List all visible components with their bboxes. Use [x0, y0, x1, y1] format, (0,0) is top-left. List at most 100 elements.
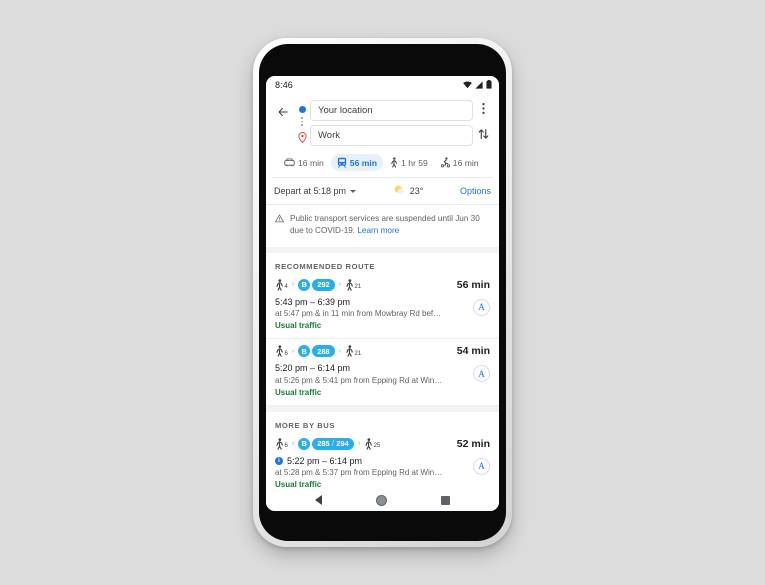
bus-line-pill: 285/294: [312, 437, 354, 450]
route-duration: 52 min: [456, 437, 490, 450]
back-arrow-icon[interactable]: [277, 105, 289, 123]
route-time-range: 5:43 pm – 6:39 pm: [275, 296, 351, 307]
walk-leg-icon: 6: [275, 437, 288, 450]
route-letter-badge[interactable]: A: [473, 298, 490, 316]
route-card[interactable]: 4 › B 292 › 21 56 min 5:43 pm – 6:39 pm …: [266, 272, 499, 340]
section-title-more-by-bus: MORE BY BUS: [266, 411, 499, 432]
car-icon: [284, 158, 295, 167]
leg-separator-icon: ›: [338, 347, 342, 355]
bus-line-divider: /: [331, 438, 335, 449]
routes-list[interactable]: RECOMMENDED ROUTE 4 › B 292 › 21 56 min …: [266, 252, 499, 489]
route-duration: 56 min: [456, 278, 490, 291]
origin-input-value: Your location: [318, 105, 373, 116]
battery-icon: [486, 80, 492, 89]
route-times: i 5:22 pm – 6:14 pm: [275, 456, 490, 466]
depart-time-label: Depart at 5:18 pm: [274, 186, 347, 196]
route-detail: at 5:26 pm & 5:41 pm from Epping Rd at W…: [275, 375, 443, 385]
walk-leg-icon: 4: [275, 278, 288, 291]
bus-line-number: 292: [317, 280, 330, 290]
route-legs: 6 › B 288 › 21: [275, 345, 451, 358]
route-dots-connector: [301, 117, 303, 126]
walk-leg-minutes: 4: [284, 284, 288, 291]
info-icon[interactable]: i: [275, 456, 283, 465]
destination-pin-icon: [297, 130, 307, 148]
depart-bar: Depart at 5:18 pm 23° Options: [266, 178, 499, 204]
covid-alert-text: Public transport services are suspended …: [290, 213, 490, 238]
walk-leg-minutes: 25: [373, 443, 381, 450]
depart-time-selector[interactable]: Depart at 5:18 pm: [274, 186, 357, 196]
swap-vertical-icon[interactable]: [473, 121, 493, 146]
bus-badge-icon: B: [298, 437, 311, 450]
status-icons: [463, 80, 492, 89]
signal-icon: [475, 81, 483, 89]
walk-leg-icon: 6: [275, 345, 288, 357]
route-detail: at 5:47 pm & in 11 min from Mowbray Rd b…: [275, 309, 442, 319]
tab-cycling[interactable]: 16 min: [435, 154, 485, 171]
warning-triangle-icon: [274, 213, 285, 238]
bus-line-number: 285: [317, 439, 330, 449]
section-title-recommended: RECOMMENDED ROUTE: [266, 252, 499, 273]
walk-icon: [390, 157, 398, 168]
leg-separator-icon: ›: [291, 281, 295, 289]
route-traffic-status: Usual traffic: [275, 480, 322, 489]
origin-input[interactable]: Your location: [310, 100, 473, 121]
walk-leg-icon: 21: [345, 345, 361, 357]
phone-bezel: 8:46 Your location Work 16 min 56 min 1 …: [259, 44, 506, 541]
status-bar: 8:46: [266, 76, 499, 93]
bike-icon: [440, 157, 450, 168]
leg-separator-icon: ›: [338, 281, 342, 289]
tab-driving[interactable]: 16 min: [278, 155, 330, 171]
route-times: 5:43 pm – 6:39 pm: [275, 297, 490, 307]
route-duration: 54 min: [456, 345, 490, 358]
learn-more-link[interactable]: Learn more: [357, 226, 399, 235]
route-legs: 4 › B 292 › 21: [275, 278, 451, 291]
route-time-range: 5:20 pm – 6:14 pm: [275, 363, 351, 374]
route-traffic-status: Usual traffic: [275, 387, 322, 397]
more-vertical-icon[interactable]: [473, 96, 493, 121]
bus-badge-icon: B: [298, 278, 311, 291]
destination-input[interactable]: Work: [310, 125, 473, 146]
search-header: Your location Work 16 min 56 min 1 hr 59…: [266, 93, 499, 178]
transport-mode-tabs: 16 min 56 min 1 hr 59 16 min: [272, 150, 493, 177]
route-letter-badge[interactable]: A: [473, 365, 490, 383]
nav-back-icon[interactable]: [315, 495, 322, 505]
bus-leg: B 285/294: [298, 437, 354, 450]
status-time: 8:46: [275, 79, 293, 90]
route-legs: 6 › B 285/294 › 25: [275, 437, 451, 450]
walk-leg-icon: 21: [345, 278, 362, 291]
temperature-label: 23°: [409, 186, 424, 196]
walk-leg-minutes: 21: [354, 284, 362, 291]
phone-screen: 8:46 Your location Work 16 min 56 min 1 …: [266, 76, 499, 511]
wifi-icon: [463, 81, 472, 89]
walk-leg-minutes: 21: [354, 350, 362, 357]
walk-leg-icon: 25: [364, 437, 381, 450]
bus-badge-icon: B: [298, 345, 311, 358]
partly-sunny-icon: [393, 184, 405, 198]
route-detail: at 5:28 pm & 5:37 pm from Epping Rd at W…: [275, 468, 443, 478]
tab-transit[interactable]: 56 min: [330, 154, 384, 171]
options-button[interactable]: Options: [460, 186, 491, 196]
route-card[interactable]: 6 › B 285/294 › 25 52 min i 5:22 pm – 6:…: [266, 431, 499, 489]
bus-line-pill: 288: [312, 345, 335, 358]
tab-walking-label: 1 hr 59: [401, 157, 428, 168]
weather-widget: 23°: [356, 184, 460, 198]
bus-line-pill: 292: [312, 278, 335, 291]
covid-alert-banner: Public transport services are suspended …: [266, 205, 499, 247]
tab-cycling-label: 16 min: [452, 157, 479, 168]
tab-driving-label: 16 min: [298, 157, 324, 168]
route-letter-badge[interactable]: A: [473, 457, 490, 475]
origin-dot-icon: [298, 106, 306, 113]
transit-icon: [337, 157, 347, 168]
destination-input-value: Work: [318, 130, 340, 141]
route-pins: [294, 96, 310, 148]
route-time-range: 5:22 pm – 6:14 pm: [287, 455, 363, 466]
nav-recents-icon[interactable]: [441, 495, 450, 505]
tab-transit-label: 56 min: [349, 157, 378, 168]
nav-home-icon[interactable]: [376, 494, 387, 506]
tab-walking[interactable]: 1 hr 59: [384, 154, 434, 171]
bus-leg: B 288: [298, 345, 335, 358]
android-nav-bar: [266, 489, 499, 511]
bus-leg: B 292: [298, 278, 335, 291]
bus-line-number: 288: [317, 346, 330, 356]
route-card[interactable]: 6 › B 288 › 21 54 min 5:20 pm – 6:14 pm …: [266, 339, 499, 406]
